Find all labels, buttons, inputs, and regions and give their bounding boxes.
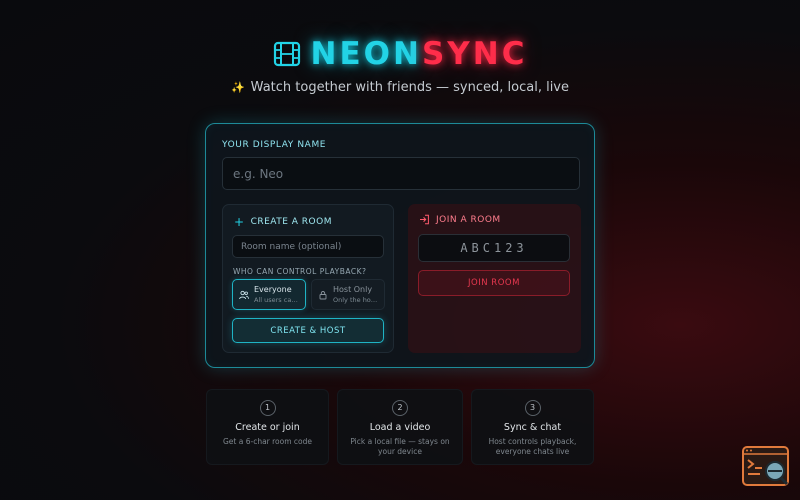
option-host-only-desc: Only the host controls — [333, 296, 378, 304]
tagline: ✨ Watch together with friends — synced, … — [0, 80, 800, 95]
room-code-input[interactable] — [418, 234, 570, 262]
room-name-input[interactable] — [232, 235, 384, 258]
lobby-card: YOUR DISPLAY NAME + CREATE A ROOM WHO CA… — [205, 123, 595, 368]
create-host-button[interactable]: CREATE & HOST — [232, 318, 384, 343]
film-icon — [273, 41, 300, 67]
app-logo: NEONSYNC — [0, 36, 800, 72]
step-desc: Get a 6-char room code — [222, 437, 313, 446]
option-everyone-title: Everyone — [254, 285, 292, 294]
step-card-3: 3 Sync & chat Host controls playback, ev… — [471, 389, 594, 465]
console-search-icon[interactable] — [742, 446, 789, 486]
create-room-panel: + CREATE A ROOM WHO CAN CONTROL PLAYBACK… — [222, 204, 394, 353]
step-number: 2 — [392, 400, 408, 416]
step-number: 3 — [524, 400, 541, 416]
option-everyone[interactable]: Everyone All users can control — [232, 279, 306, 310]
users-icon — [239, 290, 249, 299]
step-card-1: 1 Create or join Get a 6-char room code — [206, 389, 329, 465]
step-card-2: 2 Load a video Pick a local file — stays… — [337, 389, 463, 465]
option-host-only[interactable]: Host Only Only the host controls — [311, 279, 385, 310]
lock-icon — [319, 290, 327, 299]
create-room-title: + CREATE A ROOM — [234, 215, 332, 229]
display-name-input[interactable] — [222, 157, 580, 190]
step-title: Load a video — [369, 422, 431, 433]
sparkle-icon: ✨ — [230, 81, 245, 94]
create-room-title-text: CREATE A ROOM — [250, 217, 332, 227]
step-title: Sync & chat — [503, 422, 562, 433]
logo-text-neon: NEON — [310, 36, 422, 72]
option-host-only-title: Host Only — [333, 285, 373, 294]
login-icon — [420, 214, 429, 225]
logo-text-sync: SYNC — [421, 36, 528, 72]
display-name-label: YOUR DISPLAY NAME — [222, 140, 327, 150]
option-everyone-desc: All users can control — [254, 296, 299, 304]
join-room-panel: JOIN A ROOM JOIN ROOM — [408, 204, 581, 353]
step-number: 1 — [259, 400, 276, 416]
step-title: Create or join — [235, 422, 300, 433]
tagline-text: Watch together with friends — synced, lo… — [250, 80, 570, 95]
step-desc: Host controls playback, everyone chats l… — [488, 437, 577, 456]
step-desc: Pick a local file — stays on your device — [350, 437, 450, 456]
join-room-button[interactable]: JOIN ROOM — [418, 270, 570, 296]
join-room-title: JOIN A ROOM — [419, 214, 501, 225]
plus-icon: + — [234, 215, 245, 229]
control-label: WHO CAN CONTROL PLAYBACK? — [233, 267, 367, 276]
join-room-title-text: JOIN A ROOM — [436, 214, 501, 225]
